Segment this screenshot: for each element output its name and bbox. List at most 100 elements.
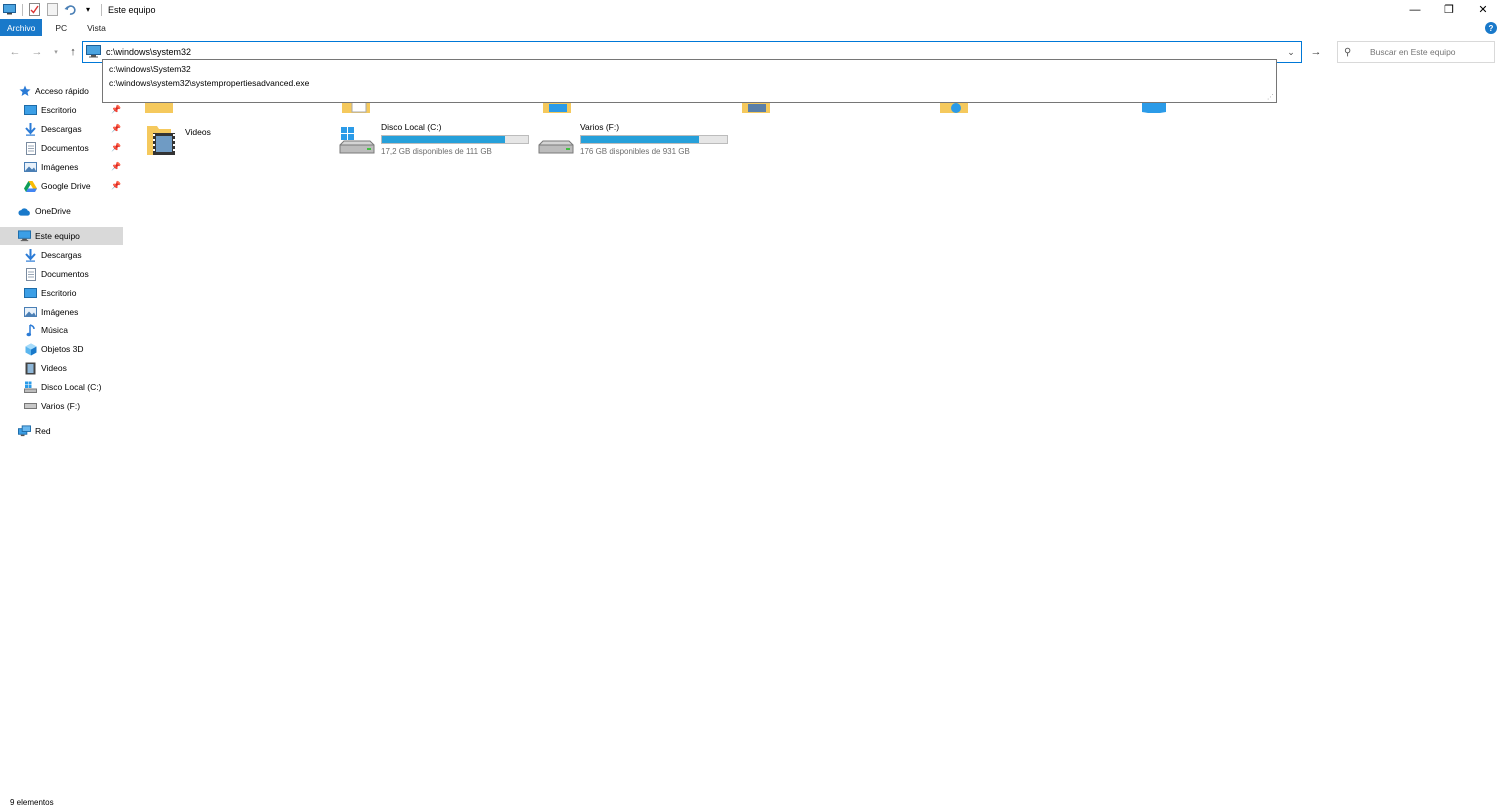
new-folder-icon[interactable] — [45, 3, 59, 17]
go-button[interactable]: → — [1306, 45, 1326, 59]
sidebar-item-label: OneDrive — [35, 206, 71, 216]
quick-access-toolbar: ▾ — [0, 0, 106, 19]
pin-icon: 📌 — [111, 181, 121, 190]
toolbar-separator — [22, 3, 23, 16]
close-button[interactable]: ✕ — [1466, 0, 1500, 19]
sidebar-item-label: Escritorio — [41, 105, 77, 115]
minimize-button[interactable]: — — [1398, 0, 1432, 19]
forward-button[interactable]: → — [30, 45, 44, 59]
resize-grip-icon[interactable]: ⋰ — [1267, 93, 1274, 101]
toolbar-separator — [101, 3, 102, 16]
item-count: 9 elementos — [10, 798, 54, 807]
hard-drive-icon — [538, 122, 574, 158]
search-input[interactable] — [1370, 47, 1494, 57]
folder-tile-videos[interactable]: Videos — [143, 122, 211, 158]
windows-drive-icon — [24, 381, 37, 394]
suggestion-item[interactable]: c:\windows\system32\systempropertiesadva… — [109, 76, 1272, 90]
sidebar-item-pc-escritorio[interactable]: Escritorio — [24, 284, 76, 302]
sidebar-item-documentos[interactable]: Documentos — [24, 139, 89, 157]
onedrive-cloud-icon — [18, 205, 31, 218]
desktop-icon — [24, 287, 37, 300]
drive-free-space: 17,2 GB disponibles de 111 GB — [381, 147, 492, 156]
search-icon: ⚲ — [1344, 46, 1352, 58]
pin-icon: 📌 — [111, 143, 121, 152]
sidebar-item-este-equipo[interactable]: Este equipo — [0, 227, 123, 245]
sidebar-item-pc-disco-local-c[interactable]: Disco Local (C:) — [24, 378, 101, 396]
sidebar-item-label: Documentos — [41, 269, 89, 279]
sidebar-item-label: Red — [35, 426, 51, 436]
sidebar-item-pc-imagenes[interactable]: Imágenes — [24, 303, 78, 321]
document-icon — [24, 141, 37, 155]
pictures-icon — [24, 161, 37, 174]
drive-usage-fill — [382, 136, 506, 143]
sidebar-item-label: Disco Local (C:) — [41, 382, 102, 392]
address-input[interactable] — [106, 47, 1281, 57]
pin-icon: 📌 — [111, 105, 121, 114]
tab-vista[interactable]: Vista — [80, 19, 113, 36]
sidebar-item-label: Imágenes — [41, 162, 79, 172]
pin-icon: 📌 — [111, 162, 121, 171]
undo-icon[interactable] — [63, 3, 77, 17]
this-pc-icon — [86, 45, 102, 59]
properties-icon[interactable] — [27, 3, 41, 17]
ribbon-tabs: Archivo PC Vista ? — [0, 19, 1500, 36]
windows-drive-icon — [339, 122, 375, 158]
tab-pc[interactable]: PC — [48, 19, 74, 36]
star-icon — [18, 85, 31, 98]
document-icon — [24, 267, 37, 281]
folder-label: Videos — [185, 127, 211, 137]
back-button[interactable]: ← — [8, 45, 22, 59]
pin-icon: 📌 — [111, 124, 121, 133]
video-folder-icon — [143, 122, 179, 158]
customize-toolbar-chevron-icon[interactable]: ▾ — [81, 3, 95, 17]
sidebar-item-label: Imágenes — [41, 307, 79, 317]
sidebar-item-descargas[interactable]: Descargas — [24, 120, 82, 138]
pictures-icon — [24, 306, 37, 319]
this-pc-icon[interactable] — [2, 3, 16, 17]
maximize-button[interactable]: ❐ — [1432, 0, 1466, 19]
desktop-icon — [24, 104, 37, 117]
drive-usage-fill — [581, 136, 700, 143]
this-pc-icon — [18, 230, 31, 243]
sidebar-item-label: Escritorio — [41, 288, 77, 298]
sidebar-item-pc-objetos-3d[interactable]: Objetos 3D — [24, 340, 84, 358]
navigation-pane: Acceso rápido Escritorio 📌 Descargas 📌 D… — [0, 80, 123, 460]
sidebar-item-pc-descargas[interactable]: Descargas — [24, 246, 82, 264]
drive-tile-f[interactable]: Varios (F:) 176 GB disponibles de 931 GB — [538, 122, 728, 158]
sidebar-item-label: Objetos 3D — [41, 344, 84, 354]
recent-locations-chevron-icon[interactable]: ▾ — [49, 45, 63, 59]
content-pane: Videos Disco Local (C:) 17,2 GB disponib… — [135, 80, 1495, 780]
drive-free-space: 176 GB disponibles de 931 GB — [580, 147, 690, 156]
up-button[interactable]: ↑ — [66, 45, 80, 59]
sidebar-item-pc-documentos[interactable]: Documentos — [24, 265, 89, 283]
sidebar-item-label: Este equipo — [35, 231, 80, 241]
title-bar: ▾ Este equipo — ❐ ✕ — [0, 0, 1500, 19]
window-controls: — ❐ ✕ — [1398, 0, 1500, 19]
status-bar: 9 elementos — [0, 798, 1500, 810]
window-title: Este equipo — [108, 4, 156, 15]
sidebar-item-label: Varios (F:) — [41, 401, 81, 411]
address-dropdown-chevron-icon[interactable]: ⌄ — [1281, 42, 1301, 62]
3d-cube-icon — [24, 343, 37, 356]
sidebar-item-label: Google Drive — [41, 181, 91, 191]
drive-tile-c[interactable]: Disco Local (C:) 17,2 GB disponibles de … — [339, 122, 529, 158]
drive-label: Disco Local (C:) — [381, 122, 442, 132]
sidebar-item-imagenes[interactable]: Imágenes — [24, 158, 78, 176]
tab-archivo[interactable]: Archivo — [0, 19, 43, 36]
sidebar-item-onedrive[interactable]: OneDrive — [18, 202, 71, 220]
drive-usage-bar — [580, 135, 728, 144]
sidebar-item-red[interactable]: Red — [18, 422, 51, 440]
drive-label: Varios (F:) — [580, 122, 620, 132]
sidebar-item-google-drive[interactable]: Google Drive — [24, 177, 91, 195]
drive-usage-bar — [381, 135, 529, 144]
help-icon[interactable]: ? — [1485, 22, 1497, 34]
search-box[interactable]: ⚲ — [1337, 41, 1495, 63]
sidebar-item-pc-videos[interactable]: Videos — [24, 359, 67, 377]
suggestion-item[interactable]: c:\windows\System32 — [109, 62, 1272, 76]
video-film-icon — [24, 362, 37, 375]
sidebar-item-pc-varios-f[interactable]: Varios (F:) — [24, 397, 80, 415]
sidebar-item-label: Videos — [41, 363, 67, 373]
sidebar-item-pc-musica[interactable]: Música — [24, 321, 68, 339]
sidebar-item-escritorio[interactable]: Escritorio — [24, 101, 76, 119]
sidebar-item-quick-access[interactable]: Acceso rápido — [18, 82, 89, 100]
